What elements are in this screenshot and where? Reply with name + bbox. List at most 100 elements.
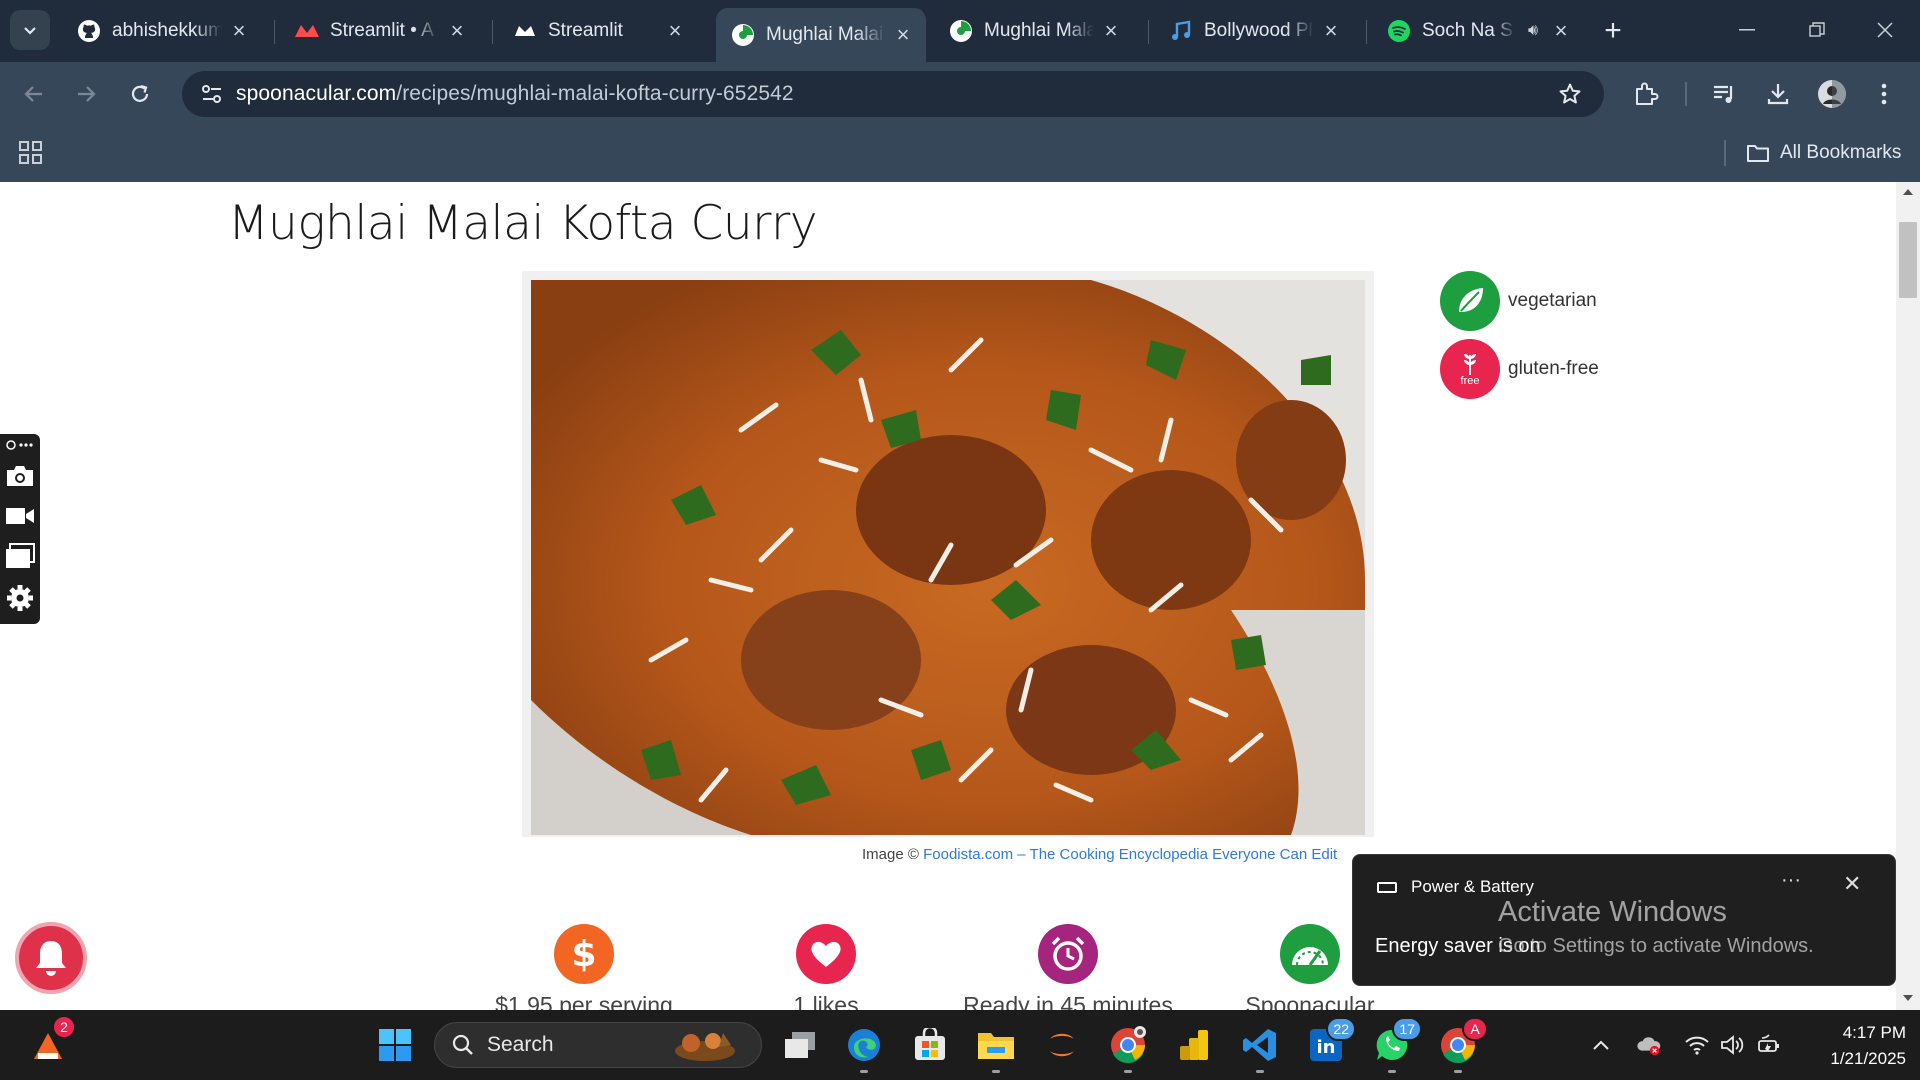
clock-date: 1/21/2025 [1830, 1049, 1906, 1068]
url-host: spoonacular.com [236, 82, 397, 105]
taskbar-app-notifier[interactable]: 2 [28, 1015, 76, 1065]
close-tab-icon[interactable]: × [1100, 18, 1122, 43]
taskbar-power-bi[interactable] [1174, 1025, 1214, 1065]
tab-title: Mughlai Malai [766, 24, 884, 45]
tray-battery[interactable] [1756, 1032, 1782, 1058]
browser-menu-button[interactable] [1868, 78, 1900, 110]
tab-divider [274, 20, 275, 44]
profile-avatar[interactable] [1816, 78, 1848, 110]
scroll-up-arrow-icon[interactable] [1902, 186, 1914, 198]
recorder-toolbar [0, 434, 40, 624]
tray-volume[interactable] [1720, 1032, 1746, 1058]
kebab-menu-icon [1881, 83, 1887, 105]
bookmark-star-icon[interactable] [1558, 82, 1582, 106]
recipe-title: Mughlai Malai Kofta Curry [228, 196, 818, 251]
tab-streamlit-1[interactable]: Streamlit • A f × [280, 10, 480, 52]
arrow-left-icon [24, 86, 42, 102]
tab-streamlit-2[interactable]: Streamlit × [498, 10, 698, 52]
new-tab-button[interactable]: + [1596, 14, 1630, 48]
windows-capture-icon[interactable] [4, 540, 36, 572]
toast-more-button[interactable]: ··· [1781, 869, 1801, 892]
all-bookmarks-button[interactable]: All Bookmarks [1746, 136, 1901, 170]
stat-likes: 1 likes [696, 924, 956, 1010]
spoonacular-icon [730, 22, 756, 48]
battery-icon [1377, 881, 1397, 893]
tab-bollywood[interactable]: Bollywood Pla × [1154, 10, 1354, 52]
tab-mughlai-2[interactable]: Mughlai Malai × [934, 10, 1134, 52]
diet-gluten-free: free gluten-free [1440, 339, 1599, 399]
close-tab-icon[interactable]: × [228, 18, 250, 43]
close-tab-icon[interactable]: × [1320, 18, 1342, 43]
taskbar-file-explorer[interactable] [976, 1025, 1016, 1065]
downloads-button[interactable] [1762, 78, 1794, 110]
speaker-icon[interactable]: 🔊︎ [1522, 20, 1544, 42]
search-placeholder: Search [487, 1033, 554, 1056]
diet-vegetarian: vegetarian [1440, 271, 1597, 331]
recorder-more-icon[interactable] [4, 434, 36, 456]
taskbar-search-box[interactable]: Search [434, 1022, 762, 1068]
search-icon [452, 1034, 473, 1055]
minimize-icon [1739, 29, 1755, 31]
media-controls-button[interactable] [1708, 78, 1740, 110]
close-tab-icon[interactable]: × [664, 18, 686, 43]
camera-icon[interactable] [4, 460, 36, 492]
streamlit-icon [294, 18, 320, 44]
site-info-icon[interactable] [188, 71, 236, 117]
tab-divider [492, 20, 493, 44]
apps-grid-icon[interactable] [16, 138, 46, 168]
video-camera-icon[interactable] [4, 500, 36, 532]
vscode-icon [1243, 1029, 1276, 1061]
restore-button[interactable] [1792, 10, 1842, 50]
tab-spotify[interactable]: Soch Na S 🔊︎ × [1372, 10, 1584, 52]
streamlit-crown-icon [512, 18, 538, 44]
tray-wifi[interactable] [1684, 1032, 1710, 1058]
diet-label: vegetarian [1508, 290, 1597, 311]
start-button[interactable] [375, 1025, 415, 1065]
taskbar-jupyter[interactable] [1042, 1025, 1082, 1065]
minimize-button[interactable] [1722, 10, 1772, 50]
store-icon [915, 1028, 945, 1060]
taskbar-vscode[interactable] [1240, 1025, 1280, 1065]
push-notification-bell[interactable] [15, 922, 87, 994]
taskbar-whatsapp[interactable]: 17 [1372, 1017, 1422, 1065]
caption-source-link[interactable]: Foodista.com – The Cooking Encyclopedia … [923, 846, 1337, 863]
extensions-button[interactable] [1630, 78, 1662, 110]
scrollbar-thumb[interactable] [1899, 222, 1917, 298]
taskbar-task-view[interactable] [780, 1025, 820, 1065]
tab-github[interactable]: abhishekkumar × [62, 10, 262, 52]
tray-overflow-chevron[interactable] [1588, 1032, 1614, 1058]
close-tab-icon[interactable]: × [1550, 18, 1572, 43]
scroll-down-arrow-icon[interactable] [1902, 992, 1914, 1004]
stat-label: Spoonacular [1245, 992, 1375, 1010]
browser-toolbar: spoonacular.com/recipes/mughlai-malai-ko… [0, 62, 1920, 124]
gear-icon[interactable] [4, 582, 36, 614]
taskbar-linkedin[interactable]: in 22 [1306, 1017, 1356, 1065]
taskbar-store[interactable] [910, 1025, 950, 1065]
tab-mughlai-active[interactable]: Mughlai Malai × [716, 8, 926, 62]
forward-button[interactable] [68, 76, 104, 112]
close-window-button[interactable] [1860, 10, 1910, 50]
toast-close-button[interactable]: ✕ [1843, 871, 1861, 897]
page-scrollbar[interactable] [1896, 182, 1920, 1010]
power-bi-icon [1180, 1030, 1208, 1060]
chevron-down-icon [24, 27, 36, 35]
close-tab-icon[interactable]: × [892, 22, 914, 47]
taskbar-edge[interactable] [844, 1025, 884, 1065]
close-tab-icon[interactable]: × [446, 18, 468, 43]
taskbar-chrome-profile[interactable]: A [1438, 1017, 1488, 1065]
all-bookmarks-label: All Bookmarks [1780, 142, 1902, 163]
spotify-icon [1386, 18, 1412, 44]
reload-button[interactable] [122, 76, 158, 112]
taskbar-clock[interactable]: 4:17 PM 1/21/2025 [1796, 1020, 1906, 1072]
restore-icon [1809, 22, 1825, 37]
taskbar-chrome[interactable] [1108, 1025, 1148, 1065]
jupyter-icon [1050, 1033, 1074, 1057]
windows-taskbar: 2 Search in 22 17 A 4:17 PM 1/21/2025 [0, 1010, 1920, 1080]
stat-price: $ $1.95 per serving [454, 924, 714, 1010]
back-button[interactable] [16, 76, 52, 112]
tab-search-button[interactable] [10, 10, 50, 50]
url-text: spoonacular.com/recipes/mughlai-malai-ko… [236, 82, 794, 106]
tray-onedrive[interactable] [1636, 1032, 1662, 1058]
url-path: /recipes/mughlai-malai-kofta-curry-65254… [396, 82, 794, 105]
address-bar[interactable]: spoonacular.com/recipes/mughlai-malai-ko… [182, 71, 1604, 117]
